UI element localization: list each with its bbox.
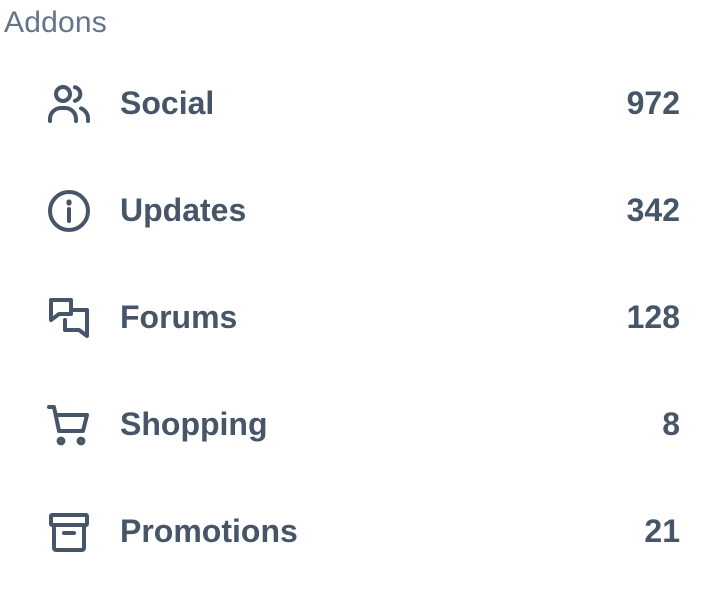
section-title: Addons (4, 6, 107, 39)
nav-item-label: Social (120, 85, 215, 121)
nav-item-count: 21 (644, 513, 680, 549)
addons-nav-list: Social 972 Updates 342 Forums 128 Shoppi… (36, 50, 696, 585)
nav-item-count: 972 (626, 85, 680, 121)
nav-item-count: 128 (626, 299, 680, 335)
shopping-cart-icon (44, 400, 94, 450)
nav-item-social[interactable]: Social 972 (36, 50, 696, 157)
archive-box-icon (44, 507, 94, 557)
nav-item-count: 342 (626, 192, 680, 228)
nav-item-shopping[interactable]: Shopping 8 (36, 371, 696, 478)
users-icon (44, 79, 94, 129)
nav-item-count: 8 (662, 406, 680, 442)
nav-item-label: Promotions (120, 513, 298, 549)
nav-item-label: Shopping (120, 406, 268, 442)
nav-item-promotions[interactable]: Promotions 21 (36, 478, 696, 585)
nav-item-label: Forums (120, 299, 238, 335)
nav-item-label: Updates (120, 192, 247, 228)
chat-bubbles-icon (44, 293, 94, 343)
info-circle-icon (44, 186, 94, 236)
nav-item-updates[interactable]: Updates 342 (36, 157, 696, 264)
nav-item-forums[interactable]: Forums 128 (36, 264, 696, 371)
